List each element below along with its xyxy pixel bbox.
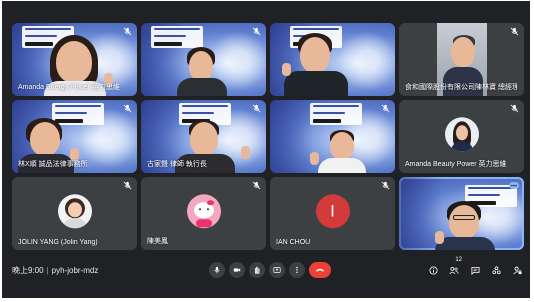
participant-tile[interactable]: Amanda Beauty Power 英力思維 bbox=[399, 100, 524, 173]
participant-tile[interactable] bbox=[141, 23, 266, 96]
hang-up-icon bbox=[315, 268, 325, 272]
participant-avatar bbox=[186, 193, 221, 228]
raise-hand-button[interactable] bbox=[249, 262, 265, 278]
chat-button[interactable] bbox=[467, 262, 483, 278]
more-options-button[interactable] bbox=[289, 262, 305, 278]
camera-button[interactable] bbox=[229, 262, 245, 278]
more-options-icon[interactable] bbox=[509, 182, 519, 189]
activities-button[interactable] bbox=[488, 262, 504, 278]
participant-tile[interactable]: I IAN CHOU bbox=[270, 177, 395, 250]
side-panel-controls: 12 bbox=[425, 257, 525, 278]
meeting-time: 晚上9:00 bbox=[12, 266, 44, 275]
participant-name: JOLIN YANG (Jolin Yang) bbox=[18, 239, 98, 246]
mic-off-icon bbox=[510, 27, 519, 36]
participant-avatar: I bbox=[315, 193, 350, 228]
mic-off-icon bbox=[123, 104, 132, 113]
avatar-initial: I bbox=[330, 200, 335, 220]
mic-off-icon bbox=[123, 27, 132, 36]
mic-off-icon bbox=[252, 27, 261, 36]
virtual-background-banner bbox=[151, 26, 203, 48]
microphone-icon bbox=[214, 266, 220, 274]
mic-off-icon bbox=[510, 104, 519, 113]
participant-tile[interactable]: JOLIN YANG (Jolin Yang) bbox=[12, 177, 137, 250]
mic-off-icon bbox=[381, 104, 390, 113]
virtual-background-banner bbox=[310, 103, 362, 125]
chat-icon bbox=[470, 266, 480, 275]
meeting-info: 晚上9:00 | pyh-jobr-mdz bbox=[12, 265, 98, 276]
meta-separator: | bbox=[46, 266, 49, 275]
people-count: 12 bbox=[455, 257, 462, 263]
people-icon bbox=[449, 266, 459, 274]
meeting-control-bar: 晚上9:00 | pyh-jobr-mdz 12 bbox=[9, 257, 529, 281]
mic-off-icon bbox=[252, 104, 261, 113]
participant-tile[interactable]: Amanda Energy Power 英力思維 bbox=[12, 23, 137, 96]
more-vert-icon bbox=[296, 266, 298, 274]
mic-off-icon bbox=[252, 181, 261, 190]
camera-icon bbox=[233, 268, 241, 272]
hand-icon bbox=[254, 266, 260, 274]
participant-name: IAN CHOU bbox=[276, 239, 311, 246]
participant-name: 林X順 誠品法律事務所 bbox=[18, 161, 88, 168]
mic-off-icon bbox=[381, 181, 390, 190]
participant-tile[interactable] bbox=[270, 100, 395, 173]
leave-call-button[interactable] bbox=[309, 262, 331, 278]
participant-name: 古家聲 律師 執行長 bbox=[147, 161, 207, 168]
people-button[interactable]: 12 bbox=[446, 257, 462, 278]
participant-name: Amanda Beauty Power 英力思維 bbox=[405, 161, 507, 168]
participant-tile[interactable]: 食和國際股份有限公司陳林寶 總經理 bbox=[399, 23, 524, 96]
participant-name: Amanda Energy Power 英力思維 bbox=[18, 84, 120, 91]
participant-name: 陳美鳳 bbox=[147, 238, 168, 245]
participant-avatar bbox=[57, 193, 92, 228]
participant-tile[interactable]: 陳美鳳 bbox=[141, 177, 266, 250]
participant-grid: Amanda Energy Power 英力思維 食和國際股份有限公司陳林寶 總… bbox=[12, 23, 526, 255]
meeting-details-button[interactable] bbox=[425, 262, 441, 278]
participant-tile[interactable]: 林X順 誠品法律事務所 bbox=[12, 100, 137, 173]
host-controls-button[interactable] bbox=[509, 262, 525, 278]
screenshot-frame: Amanda Energy Power 英力思維 食和國際股份有限公司陳林寶 總… bbox=[2, 1, 530, 298]
participant-tile[interactable]: 古家聲 律師 執行長 bbox=[141, 100, 266, 173]
participant-tile[interactable] bbox=[270, 23, 395, 96]
present-icon bbox=[273, 267, 281, 273]
lock-person-icon bbox=[512, 266, 522, 274]
participant-tile-self[interactable] bbox=[399, 177, 524, 250]
call-controls bbox=[209, 262, 331, 278]
virtual-background-banner bbox=[52, 103, 104, 125]
shapes-icon bbox=[491, 265, 501, 274]
mic-off-icon bbox=[123, 181, 132, 190]
microphone-button[interactable] bbox=[209, 262, 225, 278]
participant-avatar bbox=[444, 116, 479, 151]
info-icon bbox=[428, 265, 438, 275]
present-screen-button[interactable] bbox=[269, 262, 285, 278]
participant-name: 食和國際股份有限公司陳林寶 總經理 bbox=[405, 84, 517, 91]
google-meet-window: Amanda Energy Power 英力思維 食和國際股份有限公司陳林寶 總… bbox=[9, 21, 529, 281]
meeting-code: pyh-jobr-mdz bbox=[51, 266, 99, 275]
